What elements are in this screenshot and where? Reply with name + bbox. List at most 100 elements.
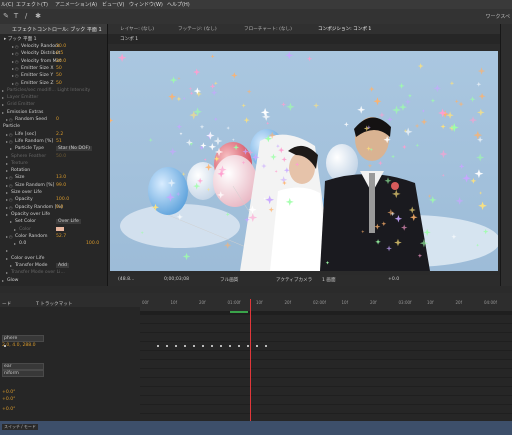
brush-tool-icon[interactable]: / — [22, 12, 30, 20]
twirl-triangle-icon[interactable]: ▸ — [6, 132, 8, 137]
twirl-triangle-icon[interactable]: ▸ — [14, 227, 16, 232]
stopwatch-icon[interactable]: ◷ — [9, 117, 13, 122]
stopwatch-icon[interactable]: ◷ — [9, 197, 13, 202]
keyframe-marker[interactable] — [247, 345, 249, 347]
twirl-triangle-icon[interactable]: ▸ — [14, 241, 16, 246]
camera-select[interactable]: アクティブカメラ — [276, 277, 312, 283]
keyframe-marker[interactable] — [256, 345, 258, 347]
view-layout-select[interactable]: 1 画面 — [322, 277, 336, 283]
keyframe-marker[interactable] — [157, 345, 159, 347]
twirl-triangle-icon[interactable]: ▸ — [2, 95, 4, 100]
keyframe-marker[interactable] — [193, 345, 195, 347]
stopwatch-icon[interactable]: ◷ — [9, 183, 13, 188]
stopwatch-icon[interactable]: ◷ — [15, 66, 19, 71]
timeline-value[interactable]: +0.0° — [2, 390, 15, 395]
twirl-triangle-icon[interactable]: ▸ — [6, 234, 8, 239]
property-value[interactable]: 100.0 — [56, 197, 69, 202]
twirl-triangle-icon[interactable]: ▸ — [12, 66, 14, 71]
menu-view[interactable]: ビュー(V) — [102, 1, 124, 8]
twirl-triangle-icon[interactable]: ▸ — [6, 117, 8, 122]
twirl-triangle-icon[interactable]: ▸ — [2, 110, 4, 115]
stopwatch-icon[interactable]: ◷ — [15, 81, 19, 86]
twirl-triangle-icon[interactable]: ▸ — [6, 175, 8, 180]
menu-animation[interactable]: アニメーション(A) — [55, 1, 97, 8]
keyframe-marker[interactable] — [229, 345, 231, 347]
twirl-triangle-icon[interactable]: ▸ — [6, 190, 8, 195]
stopwatch-icon[interactable]: ◷ — [9, 205, 13, 210]
property-value[interactable]: 20.0 — [56, 44, 66, 49]
keyframe-marker[interactable] — [238, 345, 240, 347]
timeline-dropdown[interactable]: phere — [2, 335, 44, 342]
resolution-select[interactable]: フル画質 — [220, 277, 238, 283]
stopwatch-icon[interactable]: ◷ — [15, 59, 19, 64]
composition-canvas[interactable] — [110, 51, 498, 271]
twirl-triangle-icon[interactable]: ▸ — [12, 59, 14, 64]
current-time-indicator[interactable] — [250, 299, 251, 421]
twirl-triangle-icon[interactable]: ▸ — [6, 161, 8, 166]
keyframe-marker[interactable] — [175, 345, 177, 347]
stopwatch-icon[interactable]: ◷ — [15, 44, 19, 49]
twirl-triangle-icon[interactable]: ▸ — [6, 139, 8, 144]
pen-tool-icon[interactable]: ✎ — [2, 12, 10, 20]
timeline-dropdown[interactable]: ear — [2, 363, 44, 370]
stopwatch-icon[interactable]: ◷ — [15, 51, 19, 56]
layer-name[interactable]: ▸ ブック 平面 1 — [4, 36, 37, 42]
property-value[interactable]: Over Life — [56, 219, 81, 225]
property-value[interactable]: 13.0 — [56, 175, 66, 180]
tab-footage[interactable]: フッテージ: (なし) — [178, 26, 217, 32]
twirl-triangle-icon[interactable]: ▸ — [2, 278, 4, 283]
keyframe-marker[interactable] — [166, 345, 168, 347]
keyframe-marker[interactable] — [265, 345, 267, 347]
puppet-tool-icon[interactable]: ✱ — [34, 12, 42, 20]
tab-layer[interactable]: レイヤー: (なし) — [120, 26, 154, 32]
menu-composition[interactable]: ル(C) — [1, 1, 13, 8]
property-value[interactable]: Add — [56, 263, 69, 268]
property-value[interactable]: 2.2 — [56, 132, 63, 137]
stopwatch-icon[interactable]: ◷ — [9, 132, 13, 137]
twirl-triangle-icon[interactable]: ▸ — [12, 73, 14, 78]
comp-breadcrumb[interactable]: コンポ 1 — [120, 36, 138, 42]
time-ruler[interactable]: 00f 10f 20f 01:00f 10f 20f 02:00f 10f 20f 03:00f 1… — [140, 299, 512, 311]
property-value[interactable]: 20.0 — [56, 59, 66, 64]
twirl-triangle-icon[interactable]: ▸ — [12, 51, 14, 56]
property-value[interactable]: 51 — [56, 139, 62, 144]
menu-effect[interactable]: エフェクト(T) — [16, 1, 48, 8]
twirl-triangle-icon[interactable]: ▸ — [6, 154, 8, 159]
switches-modes-toggle[interactable]: スイッチ / モード — [2, 424, 38, 430]
color-swatch[interactable] — [56, 226, 64, 231]
keyframe-marker[interactable] — [211, 345, 213, 347]
zoom-select[interactable]: (48.8... — [118, 277, 134, 282]
timeline-value[interactable]: +0.0° — [2, 407, 15, 412]
keyframe-marker[interactable] — [220, 345, 222, 347]
twirl-triangle-icon[interactable]: ▸ — [6, 270, 8, 275]
current-time[interactable]: 0;00;03;08 — [164, 277, 189, 282]
stopwatch-icon[interactable]: ◷ — [15, 73, 19, 78]
property-value[interactable]: 0 — [56, 117, 59, 122]
timeline-value[interactable]: +0.0° — [2, 397, 15, 402]
keyframe-marker[interactable] — [202, 345, 204, 347]
twirl-triangle-icon[interactable]: ▸ — [6, 256, 8, 261]
tab-flowchart[interactable]: フローチャート: (なし) — [244, 26, 292, 32]
effect-controls-title[interactable]: エフェクトコントロール: ブック 平面 1 — [12, 26, 102, 33]
twirl-triangle-icon[interactable]: ▸ — [10, 219, 12, 224]
twirl-triangle-icon[interactable]: ▸ — [6, 248, 8, 253]
property-value[interactable]: 100.0 — [86, 241, 99, 246]
twirl-triangle-icon[interactable]: ▸ — [6, 205, 8, 210]
property-value[interactable]: 50 — [56, 66, 62, 71]
exposure-value[interactable]: +0.0 — [388, 277, 399, 282]
twirl-triangle-icon[interactable]: ▸ — [6, 168, 8, 173]
twirl-triangle-icon[interactable]: ▸ — [12, 81, 14, 86]
stopwatch-icon[interactable]: ◷ — [9, 139, 13, 144]
property-value[interactable]: 50 — [56, 81, 62, 86]
property-value[interactable]: 0.5 — [56, 51, 63, 56]
text-tool-icon[interactable]: T — [12, 12, 20, 20]
menu-help[interactable]: ヘルプ(H) — [167, 1, 190, 8]
twirl-triangle-icon[interactable]: ▸ — [6, 183, 8, 188]
work-area-marker[interactable] — [230, 311, 248, 313]
twirl-triangle-icon[interactable]: ▸ — [6, 197, 8, 202]
twirl-triangle-icon[interactable]: ▸ — [2, 102, 4, 107]
twirl-triangle-icon[interactable]: ▸ — [2, 88, 4, 93]
twirl-triangle-icon[interactable]: ▸ — [12, 44, 14, 49]
property-value[interactable]: 99.0 — [56, 183, 66, 188]
twirl-triangle-icon[interactable]: ▸ — [6, 212, 8, 217]
